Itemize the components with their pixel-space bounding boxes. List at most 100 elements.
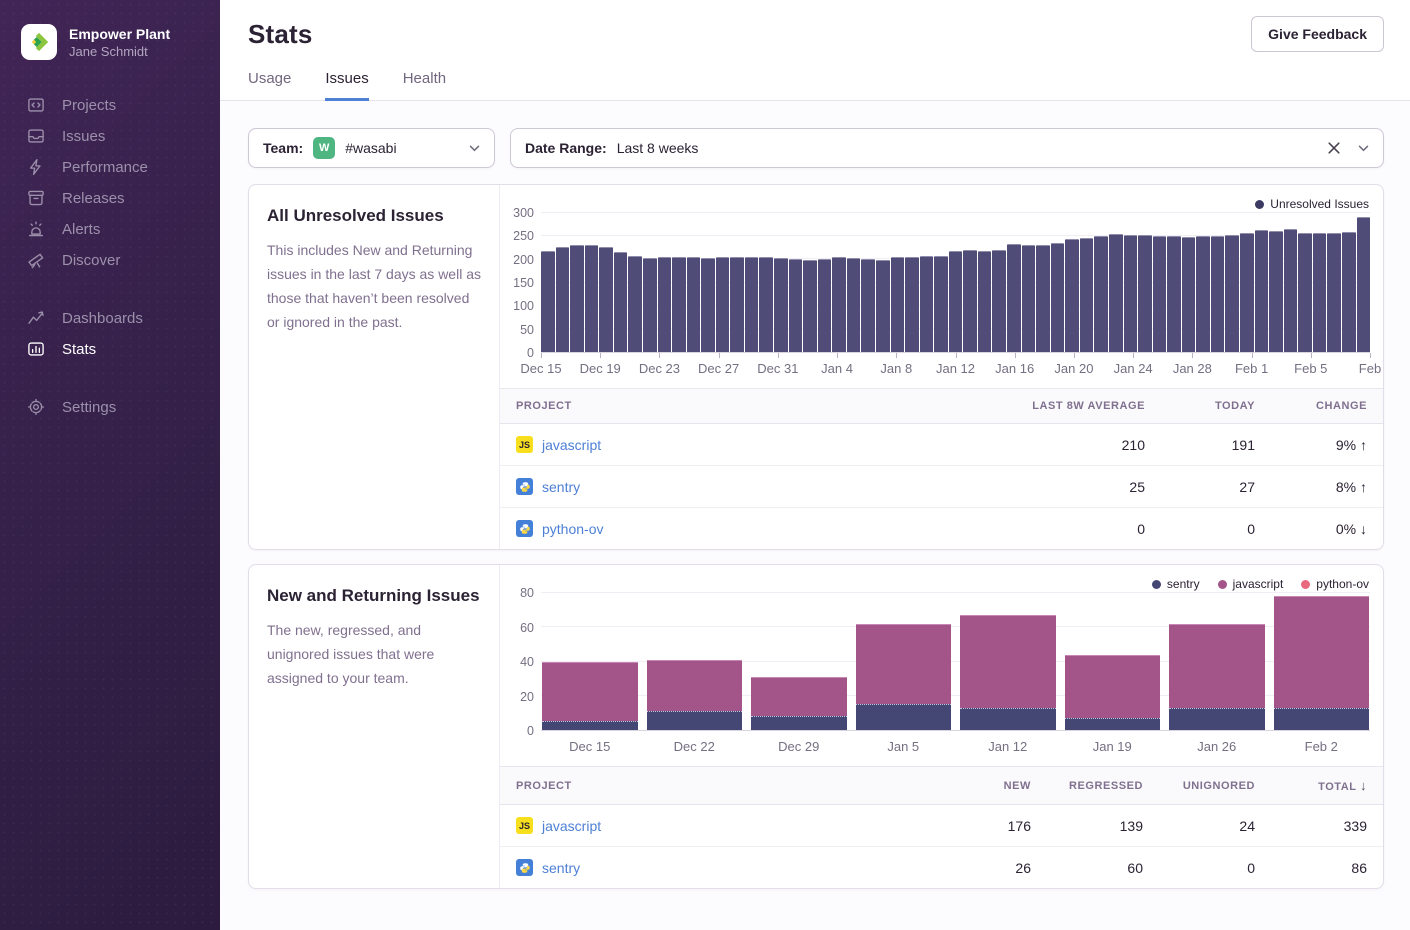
col-total-sort[interactable]: Total ↓: [1271, 767, 1383, 805]
project-link[interactable]: python-ov: [542, 521, 603, 537]
sidebar-item-label: Alerts: [62, 221, 100, 238]
legend-item-python-ov[interactable]: python-ov: [1301, 577, 1369, 591]
x-tick-label: Jan 16: [995, 361, 1034, 376]
clear-icon[interactable]: [1328, 142, 1340, 154]
panel-title: All Unresolved Issues: [267, 206, 481, 226]
bar-stack: [1065, 593, 1161, 730]
sidebar-item-discover[interactable]: Discover: [27, 249, 220, 271]
project-link[interactable]: javascript: [542, 437, 601, 453]
unresolved-bar: [556, 247, 570, 352]
sidebar-item-performance[interactable]: Performance: [27, 156, 220, 178]
sidebar-item-settings[interactable]: Settings: [27, 396, 220, 418]
sidebar-item-label: Settings: [62, 399, 116, 416]
stacked-bar: [751, 593, 847, 730]
x-tick-label: Dec 15: [542, 736, 638, 754]
unresolved-bar: [978, 251, 992, 352]
sidebar-item-stats[interactable]: Stats: [27, 338, 220, 360]
sentry-segment: [856, 704, 952, 730]
tab-health[interactable]: Health: [403, 70, 446, 101]
sidebar-item-alerts[interactable]: Alerts: [27, 218, 220, 240]
legend-item-unresolved[interactable]: Unresolved Issues: [1255, 197, 1369, 211]
total-value: 339: [1271, 805, 1383, 847]
unresolved-bar: [1138, 235, 1152, 352]
sidebar-item-label: Projects: [62, 97, 116, 114]
x-tick: [956, 353, 957, 358]
sidebar-nav: Projects Issues Performance Releases Ale…: [0, 94, 220, 418]
sidebar-item-releases[interactable]: Releases: [27, 187, 220, 209]
tab-usage[interactable]: Usage: [248, 70, 291, 101]
y-tick-label: 0: [527, 724, 534, 738]
unresolved-bar: [1022, 245, 1036, 352]
unresolved-bar: [1255, 230, 1269, 352]
project-cell: sentry: [516, 478, 985, 495]
project-link[interactable]: sentry: [542, 479, 580, 495]
x-tick: [1133, 353, 1134, 358]
org-header[interactable]: Empower Plant Jane Schmidt: [0, 0, 220, 60]
stacked-bar-series: [541, 593, 1370, 730]
unresolved-bar: [1240, 233, 1254, 352]
chevron-down-icon[interactable]: [1358, 145, 1369, 152]
panel-title: New and Returning Issues: [267, 586, 481, 606]
y-tick-label: 0: [527, 346, 534, 360]
project-cell: python-ov: [516, 520, 985, 537]
sidebar-item-dashboards[interactable]: Dashboards: [27, 307, 220, 329]
x-tick: [541, 353, 542, 358]
change-value: 0% ↓: [1271, 508, 1383, 550]
sidebar-item-issues[interactable]: Issues: [27, 125, 220, 147]
team-select[interactable]: Team: W #wasabi: [248, 128, 495, 168]
unresolved-bar: [1153, 236, 1167, 352]
y-axis: 050100150200250300: [508, 213, 541, 353]
panel-description: The new, regressed, and unignored issues…: [267, 618, 481, 690]
unresolved-bar: [1327, 233, 1341, 352]
stacked-bar: [542, 593, 638, 730]
releases-icon: [27, 189, 45, 207]
panel-chart-column: Unresolved Issues 050100150200250300 Dec…: [500, 185, 1383, 549]
javascript-platform-icon: JS: [516, 817, 533, 834]
unignored-value: 24: [1159, 805, 1271, 847]
new-returning-chart: 020406080 Dec 15Dec 22Dec 29Jan 5Jan 12J…: [500, 593, 1383, 758]
unresolved-bar: [1094, 236, 1108, 352]
bar-stack: [751, 593, 847, 730]
chart-legend: sentry javascript python-ov: [500, 573, 1383, 593]
unresolved-bar: [891, 257, 905, 352]
tab-issues[interactable]: Issues: [325, 70, 368, 101]
unresolved-issues-table: Project Last 8w Average Today Change JS …: [500, 388, 1383, 549]
date-range-select[interactable]: Date Range: Last 8 weeks: [510, 128, 1384, 168]
sentry-segment: [1274, 708, 1370, 730]
page-header: Stats Give Feedback Usage Issues Health: [220, 0, 1410, 101]
legend-item-javascript[interactable]: javascript: [1218, 577, 1284, 591]
sidebar-item-label: Releases: [62, 190, 125, 207]
projects-icon: [27, 96, 45, 114]
lightning-icon: [27, 158, 45, 176]
regressed-value: 60: [1047, 847, 1159, 889]
stacked-bar: [1274, 593, 1370, 730]
project-link[interactable]: javascript: [542, 818, 601, 834]
x-tick-label: Feb: [1359, 361, 1381, 376]
bar-chart-icon: [27, 340, 45, 358]
x-tick: [1252, 353, 1253, 358]
give-feedback-button[interactable]: Give Feedback: [1251, 16, 1384, 52]
chevron-down-icon[interactable]: [469, 145, 480, 152]
legend-label: Unresolved Issues: [1270, 197, 1369, 211]
unresolved-bar: [658, 257, 672, 352]
x-tick: [1370, 353, 1371, 358]
team-select-value: #wasabi: [345, 140, 396, 156]
arrow-up-icon: ↑: [1360, 437, 1367, 453]
col-unignored: Unignored: [1159, 767, 1271, 805]
x-tick-label: Jan 4: [821, 361, 853, 376]
stacked-bar: [856, 593, 952, 730]
x-tick: [1192, 353, 1193, 358]
sentry-segment: [1169, 708, 1265, 730]
col-today: Today: [1161, 389, 1271, 424]
table-row: JS javascript 176 139 24 339: [500, 805, 1383, 847]
sidebar-item-projects[interactable]: Projects: [27, 94, 220, 116]
table-row: python-ov 0 0 0% ↓: [500, 508, 1383, 550]
legend-item-sentry[interactable]: sentry: [1152, 577, 1200, 591]
total-value: 86: [1271, 847, 1383, 889]
sentry-segment: [751, 716, 847, 730]
javascript-segment: [1169, 624, 1265, 708]
unresolved-bar: [803, 260, 817, 352]
project-link[interactable]: sentry: [542, 860, 580, 876]
x-tick: [778, 353, 779, 358]
sentry-segment: [960, 708, 1056, 730]
